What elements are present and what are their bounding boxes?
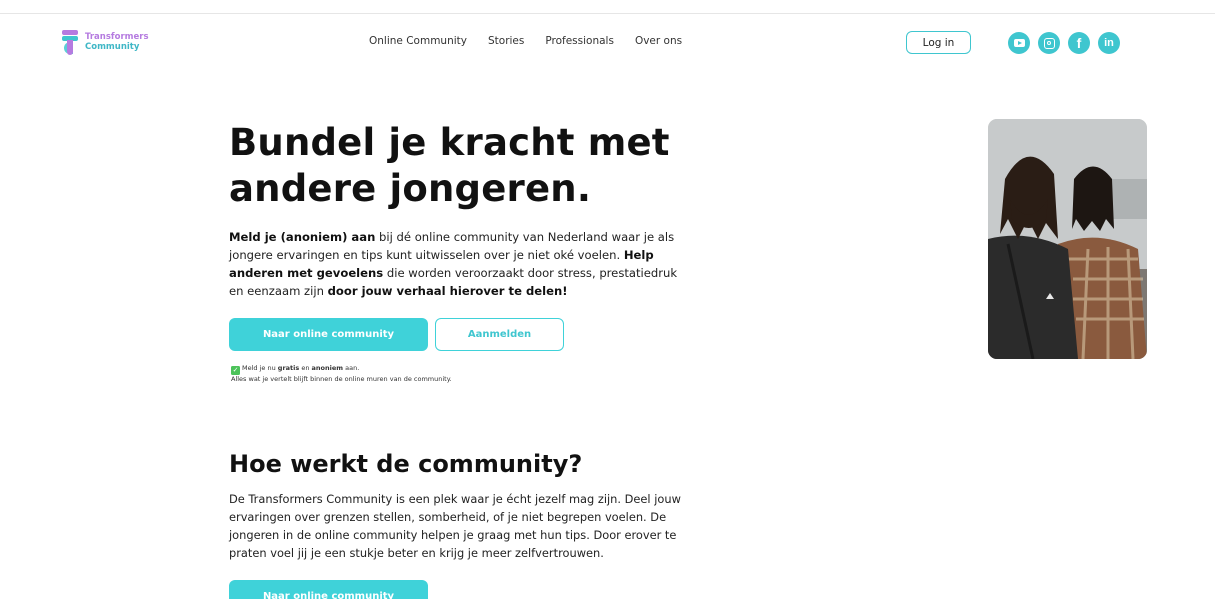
privacy-note: Alles wat je vertelt blijft binnen de on…	[231, 375, 452, 383]
checkmark-icon: ✓	[231, 366, 240, 375]
brand-logo[interactable]: Transformers Community	[60, 28, 149, 56]
hero-photo	[988, 119, 1147, 359]
hero-title-line2: andere jongeren.	[229, 167, 592, 210]
top-divider	[0, 13, 1215, 14]
nav-over-ons[interactable]: Over ons	[635, 35, 682, 47]
facebook-icon[interactable]: f	[1068, 32, 1090, 54]
nav-online-community[interactable]: Online Community	[369, 35, 467, 47]
how-it-works-text: De Transformers Community is een plek wa…	[229, 492, 681, 560]
youtube-icon[interactable]	[1008, 32, 1030, 54]
hero-intro: Meld je (anoniem) aan bij dé online comm…	[229, 230, 678, 298]
brand-name-line2: Community	[85, 42, 140, 52]
linkedin-icon[interactable]: in	[1098, 32, 1120, 54]
social-links: f in	[1008, 32, 1120, 54]
how-it-works-title: Hoe werkt de community?	[229, 450, 583, 478]
main-nav: Online Community Stories Professionals O…	[369, 35, 682, 47]
nav-stories[interactable]: Stories	[488, 35, 524, 47]
nav-professionals[interactable]: Professionals	[545, 35, 614, 47]
online-community-button[interactable]: Naar online community	[229, 318, 428, 351]
instagram-icon[interactable]	[1038, 32, 1060, 54]
login-button[interactable]: Log in	[906, 31, 971, 54]
register-button[interactable]: Aanmelden	[435, 318, 564, 351]
logo-mark-icon	[60, 28, 80, 56]
signup-note: ✓ Meld je nu gratis en anoniem aan. Alles…	[231, 364, 452, 383]
hero-title: Bundel je kracht met andere jongeren.	[229, 120, 729, 212]
brand-name-line1: Transformers	[85, 32, 149, 42]
online-community-button-2[interactable]: Naar online community	[229, 580, 428, 599]
hero-title-line1: Bundel je kracht met	[229, 121, 670, 164]
